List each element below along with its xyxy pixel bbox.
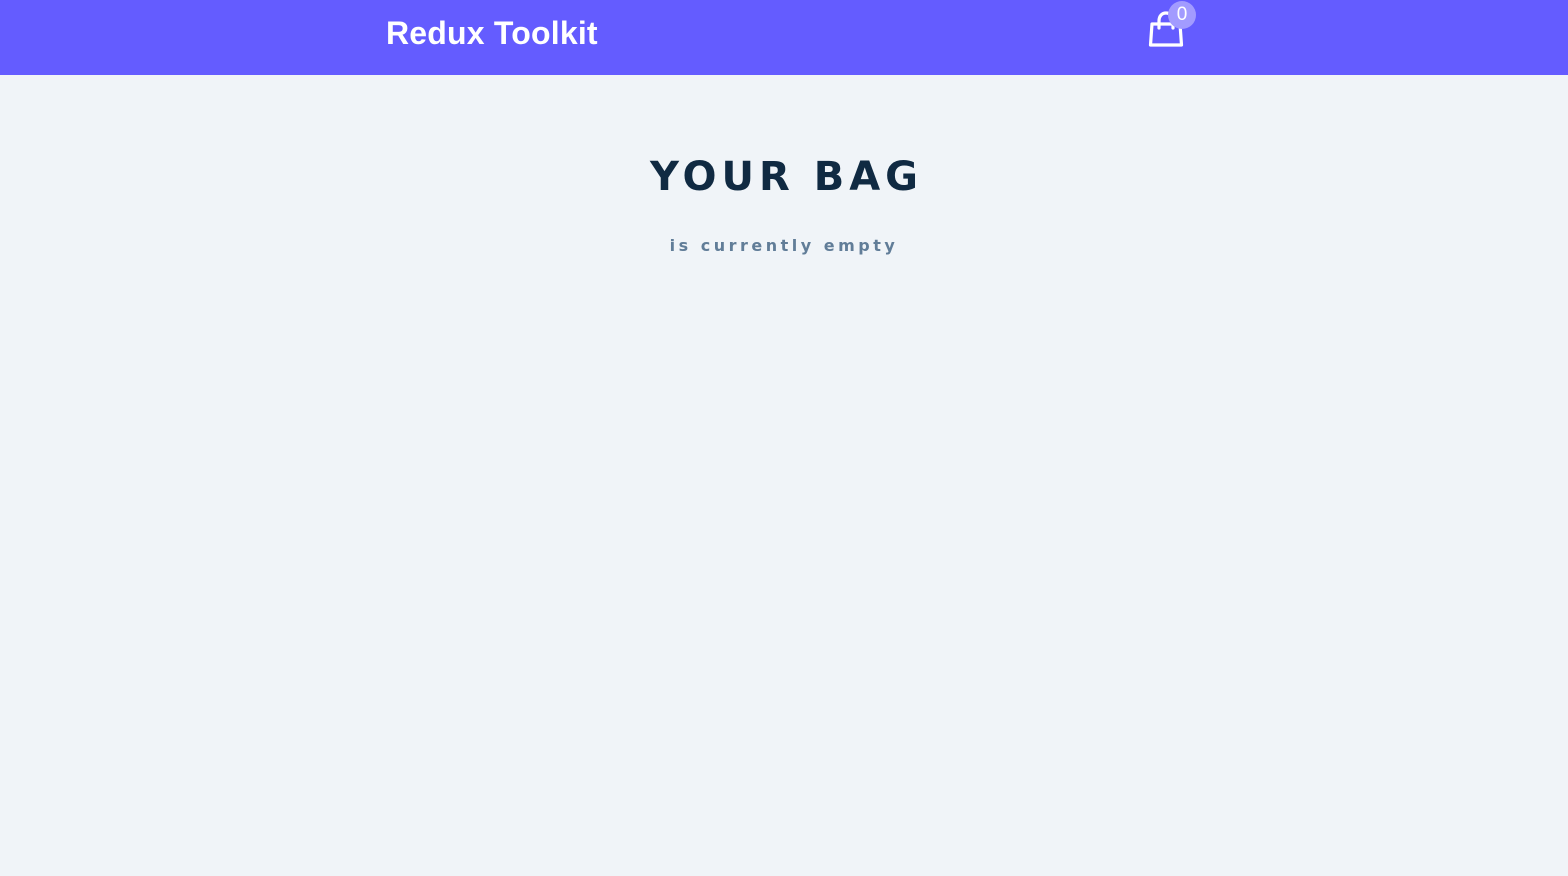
cart-empty-message: is currently empty — [669, 236, 899, 255]
cart-button[interactable]: 0 — [1148, 1, 1196, 50]
cart-title: YOUR BAG — [649, 154, 924, 200]
cart-amount-badge: 0 — [1168, 1, 1196, 29]
cart-section: YOUR BAG is currently empty — [0, 75, 1568, 256]
cart-amount: 0 — [1176, 4, 1188, 25]
brand-title: Redux Toolkit — [386, 15, 598, 51]
nav-center: Redux Toolkit 0 — [386, 0, 1196, 75]
navbar: Redux Toolkit 0 — [0, 0, 1568, 75]
